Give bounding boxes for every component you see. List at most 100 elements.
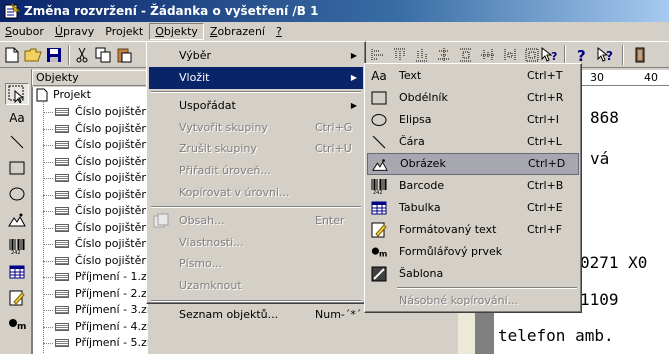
- menu-item-label: Seznam objektů...: [179, 307, 279, 321]
- submenu-item-label: Násobné kopírování...: [399, 294, 519, 307]
- doc-line-3[interactable]: 0271 X0: [580, 253, 647, 272]
- align-top-icon[interactable]: [390, 45, 410, 65]
- help-icon[interactable]: ?: [572, 45, 592, 65]
- submenu-item-sablona[interactable]: Šablona: [367, 263, 579, 285]
- distribute-icon[interactable]: [456, 45, 476, 65]
- tree-item-label: Číslo pojištěnc: [75, 253, 148, 267]
- context-help-icon[interactable]: ?: [540, 45, 560, 65]
- menu-item-label: Vlastnosti...: [179, 235, 244, 249]
- menu-upravy[interactable]: Úpravy: [50, 23, 99, 40]
- doc-line-1[interactable]: 868: [590, 108, 619, 127]
- text-icon: Aa: [371, 69, 387, 83]
- select-tool-icon[interactable]: [5, 83, 29, 105]
- menu-soubor[interactable]: Soubor: [0, 23, 49, 40]
- ruler-label-40: 40: [644, 71, 658, 84]
- text-object-icon: [55, 339, 69, 347]
- menu-item-pismo: Písmo...: [149, 253, 363, 275]
- table-icon: [371, 200, 387, 216]
- template-icon: [371, 266, 387, 282]
- doc-line-2[interactable]: vá: [590, 149, 609, 168]
- menu-item-label: Vytvořit skupiny: [179, 120, 268, 134]
- submenu-item-shortcut: Ctrl+F: [527, 223, 563, 236]
- submenu-item-cara[interactable]: Čára Ctrl+L: [367, 131, 579, 153]
- submenu-item-label: Barcode: [399, 179, 445, 192]
- barcode-icon: 242: [371, 178, 387, 194]
- submenu-item-label: Šablona: [399, 267, 444, 280]
- menu-help[interactable]: ?: [271, 23, 287, 40]
- menu-separator: [151, 299, 361, 302]
- menu-item-vlozit[interactable]: Vložit ▶: [149, 66, 363, 89]
- menu-zobrazeni[interactable]: Zobrazení: [205, 23, 270, 40]
- objects-panel-header: Objekty: [32, 70, 148, 86]
- align-bottom-icon[interactable]: [412, 45, 432, 65]
- submenu-item-elipsa[interactable]: Elipsa Ctrl+I: [367, 109, 579, 131]
- menu-item-label: Uspořádat: [179, 99, 236, 113]
- tree-item-label: Příjmení - 5.znak: [75, 336, 148, 349]
- ellipse-tool-icon[interactable]: [5, 183, 29, 205]
- menu-access-key: S: [5, 25, 12, 38]
- menu-projekt[interactable]: Projekt: [100, 23, 148, 40]
- window-title: Změna rozvržení - Žádanka o vyšetření /B…: [24, 4, 319, 18]
- tree-item-label: Číslo pojištěnc: [75, 105, 148, 118]
- line-icon: [371, 134, 387, 150]
- menu-item-usporadat[interactable]: Uspořádat ▶: [149, 95, 363, 117]
- tree-item-label: Číslo pojištěnc: [75, 121, 148, 135]
- text-object-icon: [55, 273, 69, 281]
- doc-line-5[interactable]: telefon amb.: [498, 326, 614, 345]
- text-object-icon: [55, 306, 69, 314]
- formatted-text-tool-icon[interactable]: [5, 287, 29, 309]
- menu-item-label: Uzamknout: [179, 279, 242, 292]
- menu-item-seznam-objektu[interactable]: Seznam objektů... Num-´*´: [149, 304, 363, 326]
- submenu-item-formularovy-prvek[interactable]: m Formůlářový prvek: [367, 241, 579, 263]
- align-left-icon[interactable]: [368, 45, 388, 65]
- new-document-icon[interactable]: [2, 45, 22, 65]
- align-center-icon[interactable]: [434, 45, 454, 65]
- submenu-item-text[interactable]: Aa Text Ctrl+T: [367, 65, 579, 87]
- submenu-item-shortcut: Ctrl+E: [527, 201, 563, 214]
- submenu-item-barcode[interactable]: 242 Barcode Ctrl+B: [367, 175, 579, 197]
- submenu-item-label: Tabulka: [399, 201, 441, 214]
- cut-icon[interactable]: [72, 45, 92, 65]
- menu-label: oubor: [11, 25, 44, 38]
- table-tool-icon[interactable]: [5, 261, 29, 283]
- doc-line-4[interactable]: 1109: [580, 290, 619, 309]
- picture-tool-icon[interactable]: [5, 209, 29, 231]
- barcode-tool-icon[interactable]: 242: [5, 235, 29, 257]
- form-element-tool-icon[interactable]: m: [5, 313, 29, 335]
- rectangle-tool-icon[interactable]: [5, 157, 29, 179]
- tree-item-label: Příjmení - 1.zn: [75, 270, 148, 283]
- tree-item-label: Číslo pojištěnc: [75, 138, 148, 151]
- text-object-icon: [55, 322, 69, 331]
- arrange-icon[interactable]: [500, 45, 520, 65]
- menu-item-label: Přiřadit úroveň...: [179, 164, 271, 177]
- tree-item-label: Číslo pojištěnc: [75, 154, 148, 168]
- tree-item-label: Číslo pojištěnc: [75, 171, 148, 184]
- menu-item-vyber[interactable]: Výběr ▶: [149, 45, 363, 67]
- form-element-icon: m: [371, 244, 387, 260]
- whats-this-icon[interactable]: ?: [596, 45, 616, 65]
- submenu-arrow-icon: ▶: [350, 72, 357, 82]
- menu-label: Projekt: [105, 25, 144, 38]
- tree-item-label: Číslo pojištěnc: [75, 237, 148, 250]
- exit-icon[interactable]: [630, 45, 650, 65]
- submenu-item-label: Čára: [399, 135, 425, 148]
- submenu-item-formatovany-text[interactable]: Formátovaný text Ctrl+F: [367, 219, 579, 241]
- submenu-item-obdelnik[interactable]: Obdélník Ctrl+R: [367, 87, 579, 109]
- tree-item-label: Číslo pojištěnc: [75, 187, 148, 201]
- submenu-item-tabulka[interactable]: Tabulka Ctrl+E: [367, 197, 579, 219]
- text-tool-icon[interactable]: Aa: [5, 107, 29, 129]
- save-icon[interactable]: [44, 45, 64, 65]
- objects-tree[interactable]: Projekt Číslo pojištěnc Číslo pojištěnc Čí…: [32, 87, 148, 354]
- submenu-item-shortcut: Ctrl+D: [528, 157, 566, 170]
- submenu-item-obrazek[interactable]: Obrázek Ctrl+D: [367, 153, 579, 175]
- menu-item-vlastnosti: Vlastnosti...: [149, 232, 363, 254]
- menu-item-label: Písmo...: [179, 257, 223, 271]
- line-tool-icon[interactable]: [5, 131, 29, 153]
- size-icon[interactable]: [522, 45, 542, 65]
- menu-objekty[interactable]: Objekty: [149, 23, 204, 40]
- paste-icon[interactable]: [114, 45, 134, 65]
- copy-icon[interactable]: [93, 45, 113, 65]
- align-middle-icon[interactable]: [478, 45, 498, 65]
- open-folder-icon[interactable]: [23, 45, 43, 65]
- submenu-arrow-icon: ▶: [350, 51, 357, 60]
